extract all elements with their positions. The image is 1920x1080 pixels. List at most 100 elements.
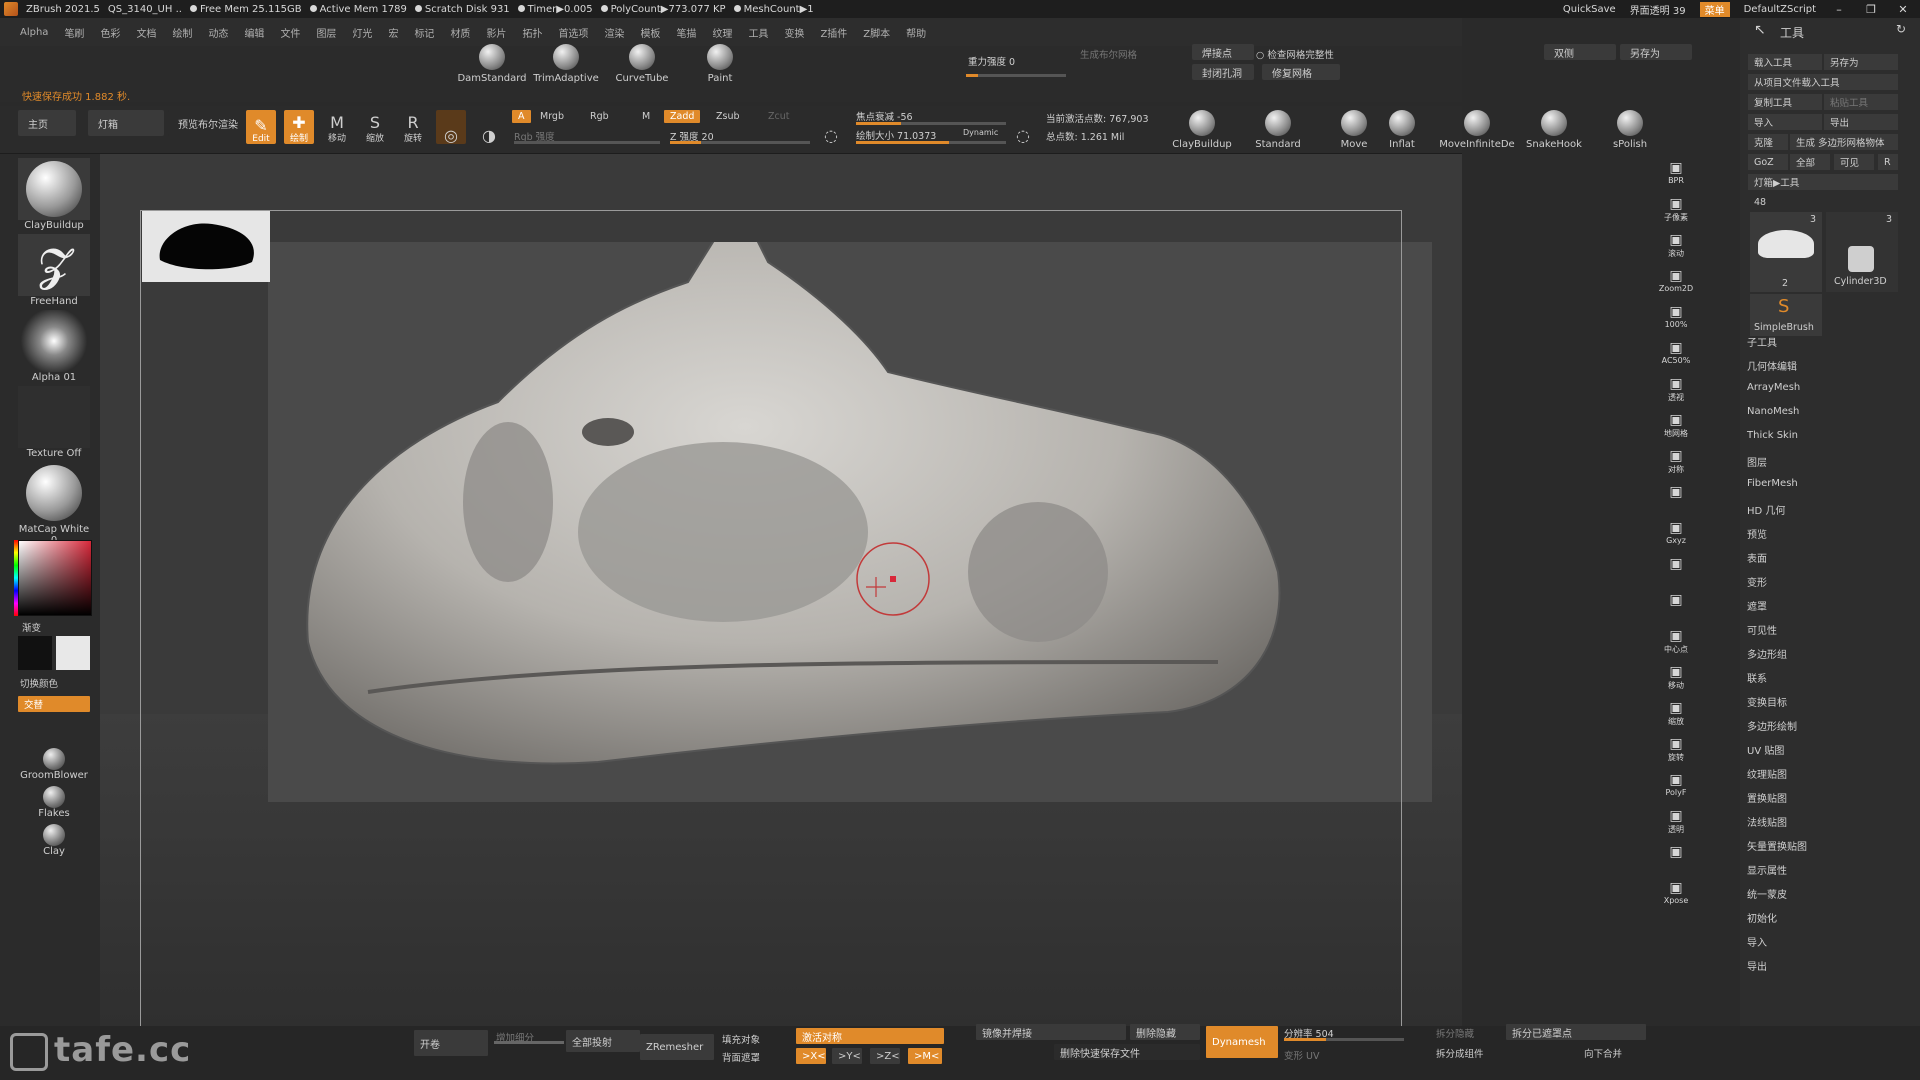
stroke-selector[interactable]: 𝓩 FreeHand	[18, 234, 90, 307]
menu-item[interactable]: 灯光	[352, 25, 372, 40]
draw-size-bar[interactable]	[856, 141, 1006, 144]
color-picker[interactable]	[18, 540, 92, 616]
palette-back-icon[interactable]: ↖	[1754, 22, 1766, 38]
divide-bar[interactable]	[494, 1041, 564, 1044]
mrgb-toggle[interactable]: Mrgb	[540, 111, 564, 122]
ctrl-brush-snakehook[interactable]: SnakeHook	[1514, 110, 1594, 150]
sym-x-toggle[interactable]: >X<	[796, 1048, 826, 1064]
tool-subpalette-item[interactable]: UV 贴图	[1747, 742, 1807, 759]
goz-all-button[interactable]: 全部	[1790, 154, 1830, 170]
nav-button[interactable]: ▣ 滚动	[1656, 232, 1696, 266]
zadd-toggle[interactable]: Zadd	[664, 110, 701, 123]
nav-button[interactable]: ▣ 旋转	[1656, 736, 1696, 770]
tool-subpalette-item[interactable]: 纹理贴图	[1747, 766, 1807, 783]
nav-button[interactable]: ▣ PolyF	[1656, 772, 1696, 806]
save-as-button[interactable]: 另存为	[1620, 44, 1692, 60]
extra-brush-flakes[interactable]: Flakes	[18, 786, 90, 819]
open-button[interactable]: 开卷	[414, 1030, 488, 1056]
menu-item[interactable]: 模板	[640, 25, 660, 40]
menu-item[interactable]: 色彩	[100, 25, 120, 40]
tool-subpalette-item[interactable]: 多边形组	[1747, 646, 1807, 663]
extra-brush-clay[interactable]: Clay	[18, 824, 90, 857]
tool-thumb-cylinder[interactable]: 3 Cylinder3D	[1826, 212, 1898, 292]
project-all-button[interactable]: 全部投射	[566, 1030, 640, 1052]
menu-item[interactable]: 首选项	[558, 25, 588, 40]
tool-subpalette-item[interactable]: 遮罩	[1747, 598, 1807, 615]
ctrl-brush-standard[interactable]: Standard	[1238, 110, 1318, 150]
gravity-slider[interactable]: 重力强度 0	[968, 54, 1015, 68]
nav-button[interactable]: ▣ 透明	[1656, 808, 1696, 842]
sym-z-toggle[interactable]: >Z<	[870, 1048, 900, 1064]
tool-subpalette-item[interactable]: 法线贴图	[1747, 814, 1807, 831]
z-intensity-bar[interactable]	[670, 141, 810, 144]
delete-hidden-button[interactable]: 删除隐藏	[1130, 1024, 1200, 1040]
close-holes-button[interactable]: 封闭孔洞	[1192, 64, 1254, 80]
edit-button[interactable]: ✎ Edit	[246, 110, 276, 144]
split-hidden-button[interactable]: 拆分隐藏	[1436, 1026, 1474, 1040]
lightbox-tools-button[interactable]: 灯箱▶工具	[1748, 174, 1898, 190]
material-selector[interactable]: MatCap White 0	[18, 462, 90, 546]
shelf-brush-paint[interactable]: Paint	[680, 44, 760, 84]
tool-subpalette-item[interactable]: 导出	[1747, 958, 1807, 975]
primary-color-swatch[interactable]	[18, 636, 52, 670]
fix-mesh-button[interactable]: 修复网格	[1262, 64, 1340, 80]
focal-shift-icon-button[interactable]: ◌	[816, 110, 846, 144]
ctrl-brush-inflat[interactable]: Inflat	[1362, 110, 1442, 150]
tool-subpalette-item[interactable]: HD 几何	[1747, 502, 1807, 519]
paste-tool-button[interactable]: 粘贴工具	[1824, 94, 1898, 110]
nav-button[interactable]: ▣ 中心点	[1656, 628, 1696, 662]
load-tool-button[interactable]: 载入工具	[1748, 54, 1822, 70]
preview-bool-button[interactable]: 预览布尔渲染	[168, 110, 244, 136]
tool-thumb-simplebrush[interactable]: S SimpleBrush	[1750, 294, 1822, 336]
tool-subpalette-item[interactable]: NanoMesh	[1747, 406, 1807, 423]
nav-button[interactable]: ▣ 地网格	[1656, 412, 1696, 446]
resolution-bar[interactable]	[1284, 1038, 1404, 1041]
current-brush[interactable]: ClayBuildup	[18, 158, 90, 231]
menu-item[interactable]: 编辑	[244, 25, 264, 40]
lightbox-button[interactable]: 灯箱	[88, 110, 164, 136]
menu-item[interactable]: Alpha	[20, 27, 48, 38]
goz-visible-button[interactable]: 可见	[1834, 154, 1874, 170]
m-toggle[interactable]: M	[642, 111, 650, 122]
focal-shift-bar[interactable]	[856, 122, 1006, 125]
activate-symmetry-button[interactable]: 激活对称	[796, 1028, 944, 1044]
tool-subpalette-item[interactable]: 变形	[1747, 574, 1807, 591]
menu-item[interactable]: 笔描	[676, 25, 696, 40]
tool-subpalette-item[interactable]: 可见性	[1747, 622, 1807, 639]
dynamesh-button[interactable]: Dynamesh	[1206, 1026, 1278, 1058]
restore-icon[interactable]: ❐	[1862, 3, 1880, 16]
ctrl-brush-claybuildup[interactable]: ClayBuildup	[1162, 110, 1242, 150]
tool-subpalette-item[interactable]: 预览	[1747, 526, 1807, 543]
nav-button[interactable]: ▣	[1656, 844, 1696, 878]
zsub-toggle[interactable]: Zsub	[716, 111, 740, 122]
nav-button[interactable]: ▣ 对称	[1656, 448, 1696, 482]
sym-y-toggle[interactable]: >Y<	[832, 1048, 862, 1064]
extra-brush-groomblower[interactable]: GroomBlower	[18, 748, 90, 781]
menu-item[interactable]: 变换	[784, 25, 804, 40]
nav-button[interactable]: ▣ Zoom2D	[1656, 268, 1696, 302]
nav-button[interactable]: ▣ AC50%	[1656, 340, 1696, 374]
rgb-toggle[interactable]: Rgb	[590, 111, 609, 122]
rgb-intensity-bar[interactable]	[514, 141, 660, 144]
tool-subpalette-item[interactable]: 几何体编辑	[1747, 358, 1807, 375]
menu-item[interactable]: 拓扑	[522, 25, 542, 40]
tool-subpalette-item[interactable]: ArrayMesh	[1747, 382, 1807, 399]
tool-subpalette-item[interactable]: 导入	[1747, 934, 1807, 951]
tool-subpalette-item[interactable]: Thick Skin	[1747, 430, 1807, 447]
menu-button[interactable]: 菜单	[1699, 1, 1730, 17]
texture-selector[interactable]: Texture Off	[18, 386, 90, 459]
nav-button[interactable]: ▣ 透视	[1656, 376, 1696, 410]
shelf-brush-curvetube[interactable]: CurveTube	[602, 44, 682, 84]
load-from-project-button[interactable]: 从项目文件载入工具	[1748, 74, 1898, 90]
gizmo-button[interactable]: ◎	[436, 110, 466, 144]
menu-item[interactable]: 宏	[388, 25, 398, 40]
tool-subpalette-item[interactable]: 表面	[1747, 550, 1807, 567]
dynamic-icon-button[interactable]: ◌	[1008, 110, 1038, 144]
menu-item[interactable]: 渲染	[604, 25, 624, 40]
menu-item[interactable]: 材质	[450, 25, 470, 40]
tool-subpalette-item[interactable]: 矢量置换贴图	[1747, 838, 1807, 855]
copy-tool-button[interactable]: 复制工具	[1748, 94, 1822, 110]
export-tool-button[interactable]: 导出	[1824, 114, 1898, 130]
nav-button[interactable]: ▣ 子像素	[1656, 196, 1696, 230]
double-button[interactable]: 双侧	[1544, 44, 1616, 60]
